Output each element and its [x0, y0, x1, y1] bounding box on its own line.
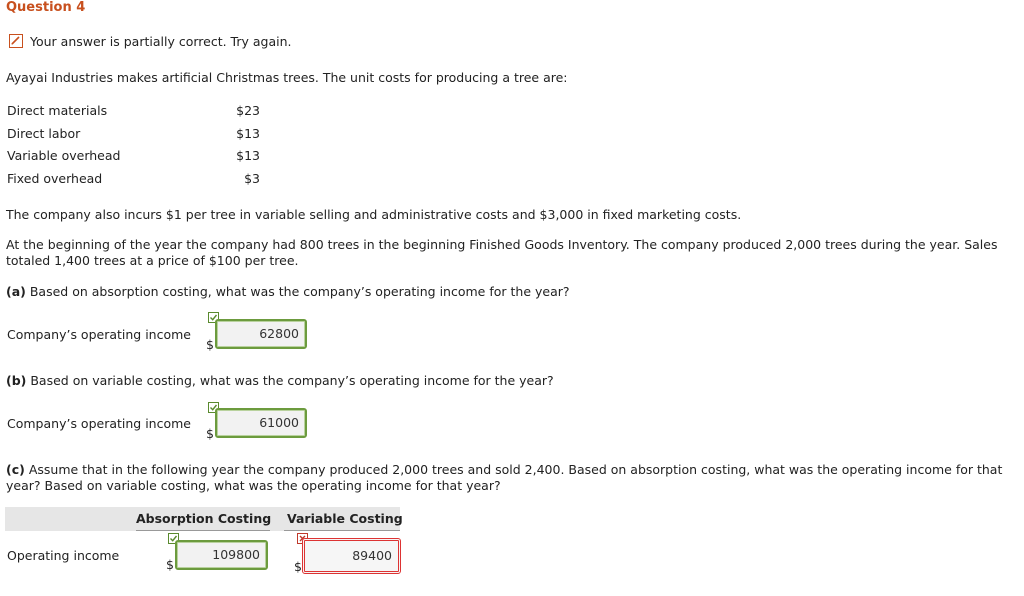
part-a-tag: (a) — [6, 284, 26, 299]
part-b-label: Company’s operating income — [7, 416, 191, 431]
cost-value: $13 — [236, 148, 260, 163]
cost-label: Variable overhead — [7, 148, 121, 163]
currency-symbol: $ — [206, 426, 214, 441]
part-a-income-input[interactable]: 62800 — [215, 319, 307, 349]
part-a-text: Based on absorption costing, what was th… — [25, 284, 570, 299]
part-a-question: (a) Based on absorption costing, what wa… — [6, 284, 1006, 300]
currency-symbol: $ — [294, 559, 302, 574]
column-header-absorption: Absorption Costing — [136, 511, 272, 526]
cost-label: Direct labor — [7, 126, 81, 141]
part-b-text: Based on variable costing, what was the … — [26, 373, 554, 388]
part-b-question: (b) Based on variable costing, what was … — [6, 373, 1006, 389]
status-message: Your answer is partially correct. Try ag… — [30, 34, 292, 49]
cost-value: $23 — [236, 103, 260, 118]
variable-income-input[interactable]: 89400 — [302, 538, 401, 574]
divider — [136, 530, 270, 531]
currency-symbol: $ — [206, 337, 214, 352]
partial-correct-icon — [9, 34, 23, 48]
selling-costs-paragraph: The company also incurs $1 per tree in v… — [6, 207, 742, 222]
part-c-question: (c) Assume that in the following year th… — [6, 462, 1006, 494]
intro-text: Ayayai Industries makes artificial Chris… — [6, 70, 568, 85]
part-b-income-input[interactable]: 61000 — [215, 408, 307, 438]
part-b-tag: (b) — [6, 373, 27, 388]
currency-symbol: $ — [166, 557, 174, 572]
cost-value: $13 — [236, 126, 260, 141]
absorption-income-input[interactable]: 109800 — [175, 540, 268, 570]
part-c-text: Assume that in the following year the co… — [6, 462, 1003, 493]
part-c-tag: (c) — [6, 462, 25, 477]
divider — [284, 530, 400, 531]
cost-label: Fixed overhead — [7, 171, 103, 186]
cost-label: Direct materials — [7, 103, 108, 118]
operating-income-label: Operating income — [7, 548, 120, 563]
column-header-variable: Variable Costing — [287, 511, 403, 526]
inventory-paragraph: At the beginning of the year the company… — [6, 237, 998, 268]
part-a-label: Company’s operating income — [7, 327, 191, 342]
question-title: Question 4 — [6, 0, 86, 15]
cost-value: $3 — [244, 171, 260, 186]
